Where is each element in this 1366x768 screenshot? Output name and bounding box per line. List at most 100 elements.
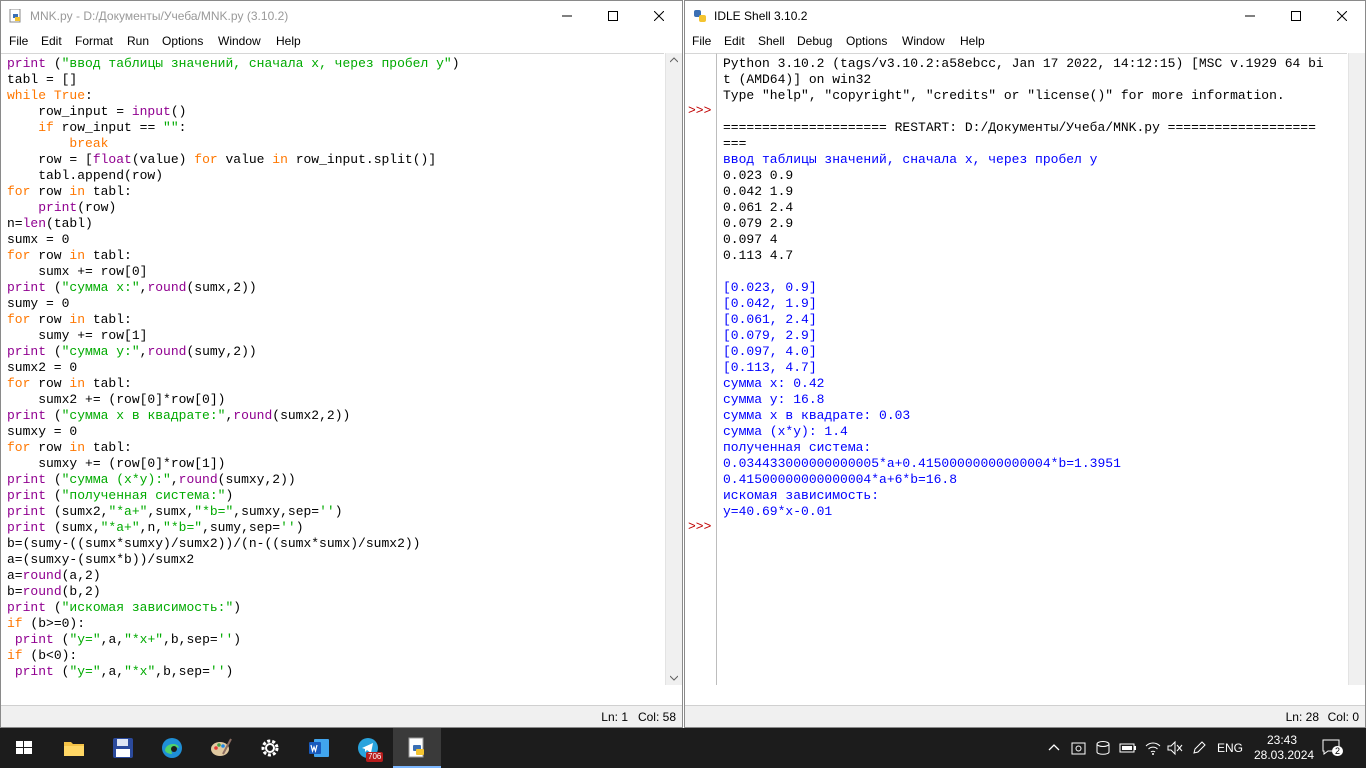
input-language[interactable]: ENG: [1217, 741, 1243, 755]
scroll-up-icon[interactable]: [670, 57, 678, 63]
taskbar-settings[interactable]: [246, 728, 294, 768]
shell-line: сумма y: 16.8: [723, 392, 825, 407]
editor-text-area[interactable]: print ("ввод таблицы значений, сначала x…: [1, 53, 664, 685]
gear-icon: [261, 739, 279, 757]
code-line: sumx2 += (row[0]*row[0]): [7, 392, 226, 407]
menu-shell[interactable]: Shell: [758, 34, 785, 48]
shell-title: IDLE Shell 3.10.2: [714, 9, 808, 23]
taskbar-idle[interactable]: [393, 728, 441, 768]
menu-file[interactable]: File: [692, 34, 711, 48]
volume-muted-icon[interactable]: [1167, 740, 1183, 756]
shell-maximize-button[interactable]: [1273, 1, 1319, 31]
code-line: print ("сумма x:",round(sumx,2)): [7, 280, 257, 295]
code-line: row = [float(value) for value in row_inp…: [7, 152, 437, 167]
clock-time: 23:43: [1266, 733, 1298, 747]
shell-minimize-button[interactable]: [1227, 1, 1273, 31]
taskbar-word[interactable]: [295, 728, 343, 768]
code-line: sumx = 0: [7, 232, 70, 247]
code-line: print ("ввод таблицы значений, сначала x…: [7, 56, 460, 71]
show-hidden-icons-chevron-up-icon[interactable]: [1047, 740, 1061, 754]
editor-close-button[interactable]: [636, 1, 682, 31]
shell-titlebar[interactable]: IDLE Shell 3.10.2: [685, 1, 1365, 31]
taskbar-save-app[interactable]: [99, 728, 147, 768]
taskbar-edge[interactable]: [148, 728, 196, 768]
shell-line: полученная система:: [723, 440, 872, 455]
palette-icon: [211, 738, 232, 756]
editor-title: MNK.py - D:/Документы/Учеба/MNK.py (3.10…: [30, 9, 289, 23]
shell-line: [0.061, 2.4]: [723, 312, 817, 327]
code-line: print (sumx,"*a+",n,"*b=",sumy,sep=''): [7, 520, 304, 535]
menu-options[interactable]: Options: [162, 34, 203, 48]
taskbar-clock[interactable]: 23:43 28.03.2024: [1254, 733, 1314, 763]
start-button[interactable]: [0, 728, 48, 768]
shell-text-area[interactable]: Python 3.10.2 (tags/v3.10.2:a58ebcc, Jan…: [717, 53, 1347, 685]
pen-input-icon[interactable]: [1191, 740, 1207, 756]
editor-scrollbar[interactable]: [665, 53, 682, 685]
screen-capture-icon[interactable]: [1071, 740, 1087, 756]
code-line: print ("y=",a,"*x",b,sep=''): [14, 664, 234, 679]
menu-file[interactable]: File: [9, 34, 28, 48]
battery-icon[interactable]: [1119, 740, 1137, 756]
shell-line: 0.41500000000000004*a+6*b=16.8: [723, 472, 958, 487]
editor-code: print ("ввод таблицы значений, сначала x…: [7, 56, 460, 680]
code-line: sumy += row[1]: [7, 328, 148, 343]
menu-options[interactable]: Options: [846, 34, 887, 48]
menu-edit[interactable]: Edit: [724, 34, 745, 48]
taskbar-paint-app[interactable]: [197, 728, 245, 768]
editor-status-col: Col: 58: [637, 710, 676, 724]
shell-line: ​: [723, 104, 1324, 120]
code-line: print ("искомая зависимость:"): [7, 600, 242, 615]
code-line: if (b<0):: [7, 648, 78, 663]
editor-maximize-button[interactable]: [590, 1, 636, 31]
shell-line: [0.042, 1.9]: [723, 296, 817, 311]
editor-titlebar[interactable]: MNK.py - D:/Документы/Учеба/MNK.py (3.10…: [1, 1, 682, 31]
maximize-icon: [1291, 11, 1301, 21]
minimize-icon: [562, 15, 572, 17]
shell-line: сумма (x*y): 1.4: [723, 424, 848, 439]
shell-line: 0.079 2.9: [723, 216, 794, 231]
code-line: print ("сумма x в квадрате:",round(sumx2…: [7, 408, 351, 423]
code-line: a=round(a,2): [7, 568, 101, 583]
storage-icon[interactable]: [1095, 740, 1111, 756]
code-line: print ("полученная система:"): [7, 488, 234, 503]
code-line: for row in tabl:: [7, 376, 132, 391]
wifi-icon[interactable]: [1145, 740, 1161, 756]
editor-statusbar: Ln: 1 Col: 58: [1, 705, 682, 727]
shell-menubar: File Edit Shell Debug Options Window Hel…: [685, 32, 1365, 52]
shell-line: 0.113 4.7: [723, 248, 794, 263]
shell-line: 0.034433000000000005*a+0.415000000000000…: [723, 456, 1121, 471]
taskbar-telegram[interactable]: 706: [344, 728, 392, 768]
menu-help[interactable]: Help: [276, 34, 301, 48]
shell-line: сумма x: 0.42: [723, 376, 825, 391]
shell-line: ===: [723, 136, 747, 151]
code-line: b=round(b,2): [7, 584, 101, 599]
taskbar-file-explorer[interactable]: [50, 728, 98, 768]
scroll-down-icon[interactable]: [670, 675, 678, 681]
shell-line: ​: [723, 264, 1324, 280]
code-line: print ("y=",a,"*x+",b,sep=''): [14, 632, 242, 647]
menu-help[interactable]: Help: [960, 34, 985, 48]
shell-line: [0.113, 4.7]: [723, 360, 817, 375]
menu-window[interactable]: Window: [902, 34, 945, 48]
code-line: sumx2 = 0: [7, 360, 78, 375]
code-line: break: [69, 136, 109, 151]
menu-edit[interactable]: Edit: [41, 34, 62, 48]
code-line: print(row): [38, 200, 117, 215]
shell-line: ввод таблицы значений, сначала x, через …: [723, 152, 1098, 167]
edge-browser-icon: [162, 738, 182, 758]
menu-run[interactable]: Run: [127, 34, 149, 48]
editor-minimize-button[interactable]: [544, 1, 590, 31]
menu-debug[interactable]: Debug: [797, 34, 832, 48]
notification-center-button[interactable]: 2: [1322, 738, 1346, 760]
shell-close-button[interactable]: [1319, 1, 1365, 31]
shell-line: Python 3.10.2 (tags/v3.10.2:a58ebcc, Jan…: [723, 56, 1324, 71]
code-line: for row in tabl:: [7, 184, 132, 199]
maximize-icon: [608, 11, 618, 21]
code-line: if row_input == "":: [38, 120, 187, 135]
close-icon: [654, 11, 664, 21]
code-line: row_input = input(): [7, 104, 187, 119]
shell-line: 0.061 2.4: [723, 200, 794, 215]
shell-scrollbar[interactable]: [1348, 53, 1365, 685]
menu-window[interactable]: Window: [218, 34, 261, 48]
menu-format[interactable]: Format: [75, 34, 113, 48]
